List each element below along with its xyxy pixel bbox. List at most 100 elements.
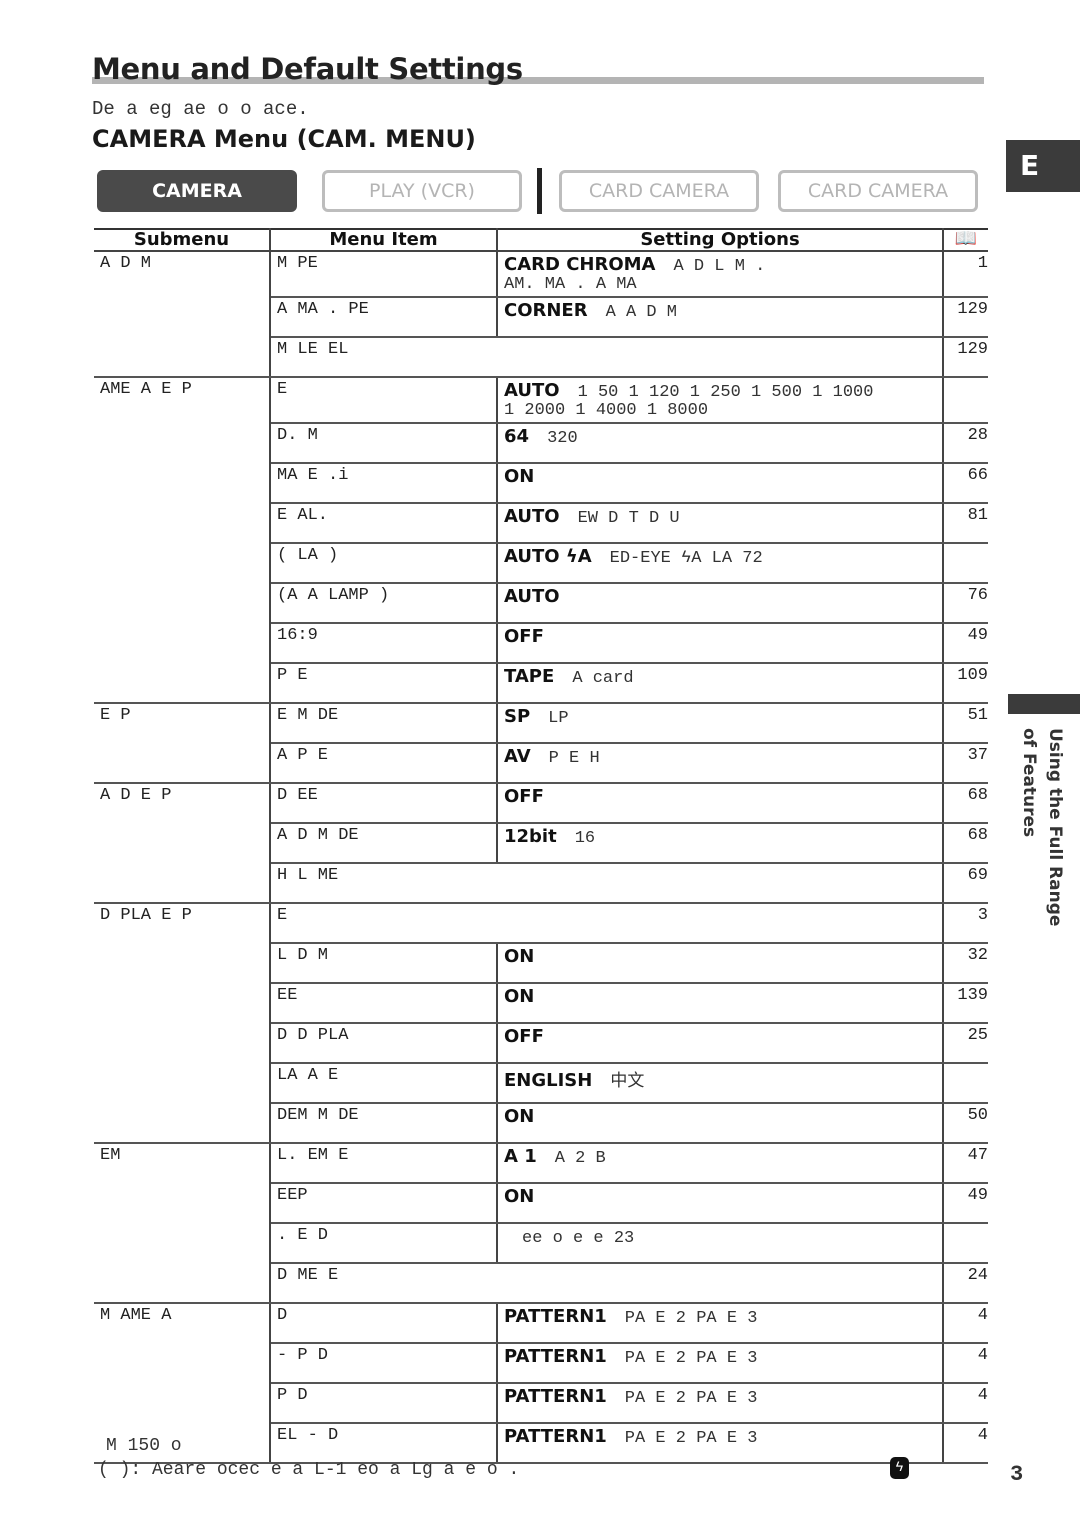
submenu-cell: E P <box>94 703 271 784</box>
other-options: PA E 2 PA E 3 <box>624 1389 758 1408</box>
setting-options-cell: SP LP <box>497 703 944 744</box>
submenu-cell: A D M <box>94 251 271 378</box>
setting-options-cell: PATTERN1 PA E 2 PA E 3 <box>497 1423 944 1464</box>
menu-item-cell: EEP <box>270 1183 498 1224</box>
setting-options-cell: PATTERN1 PA E 2 PA E 3 <box>497 1343 944 1384</box>
page-reference: 32 <box>943 943 988 984</box>
setting-options-cell: AV P E H <box>497 743 944 784</box>
menu-item-cell: EL - D <box>270 1423 498 1464</box>
page-reference: 4 <box>943 1303 988 1344</box>
default-setting: PATTERN1 <box>504 1306 607 1327</box>
menu-item-cell: D D PLA <box>270 1023 498 1064</box>
other-options: EW D T D U <box>577 509 680 528</box>
other-options: A 2 B <box>554 1149 606 1168</box>
page-reference: 129 <box>943 337 988 378</box>
mode-tab-play-vcr: PLAY (VCR) <box>322 170 522 212</box>
page-reference: 51 <box>943 703 988 744</box>
setting-options-cell: CORNER A A D M <box>497 297 944 338</box>
setting-options-cell: OFF <box>497 1023 944 1064</box>
setting-options-cell: OFF <box>497 623 944 664</box>
other-options: 16 <box>574 829 596 848</box>
default-setting: AUTO ϟA <box>504 546 592 567</box>
setting-options-cell: ON <box>497 463 944 504</box>
footnote-1: M 150 o <box>106 1436 182 1456</box>
section-heading: CAMERA Menu (CAM. MENU) <box>92 125 476 153</box>
default-setting: ON <box>504 986 535 1007</box>
header-setting-options: Setting Options <box>497 228 944 252</box>
menu-item-cell: D <box>270 1303 498 1344</box>
header-submenu: Submenu <box>94 228 271 252</box>
setting-options-cell: A 1 A 2 B <box>497 1143 944 1184</box>
setting-options-cell: AUTO ϟA ED-EYE ϟA LA 72 <box>497 543 944 584</box>
menu-item-cell: ( LA ) <box>270 543 498 584</box>
setting-options-cell: AUTO EW D T D U <box>497 503 944 544</box>
default-setting: ON <box>504 1106 535 1127</box>
setting-options-cell: PATTERN1 PA E 2 PA E 3 <box>497 1303 944 1344</box>
page-reference <box>943 1063 988 1104</box>
default-setting: AUTO <box>504 586 560 607</box>
chapter-label: Using the Full Range of Features <box>1019 728 1065 927</box>
menu-item-cell: A D M DE <box>270 823 498 864</box>
default-setting: AUTO <box>504 506 560 527</box>
menu-item-cell: E <box>270 377 498 424</box>
menu-item-cell: M LE EL <box>270 337 944 378</box>
default-setting: TAPE <box>504 666 555 687</box>
default-setting: OFF <box>504 626 544 647</box>
page-reference: 49 <box>943 1183 988 1224</box>
table-row: AME A E P E AUTO 1 50 1 120 1 250 1 500 1 … <box>94 377 988 704</box>
menu-item-cell: M PE <box>270 251 498 298</box>
submenu-cell: A D E P <box>94 783 271 904</box>
page-reference <box>943 1223 988 1264</box>
page-reference: 76 <box>943 583 988 624</box>
page-reference: 69 <box>943 863 988 904</box>
table-row: D PLA E P E3 <box>94 903 988 1144</box>
default-setting: SP <box>504 706 531 727</box>
setting-options-cell: PATTERN1 PA E 2 PA E 3 <box>497 1383 944 1424</box>
other-options: ee o e e 23 <box>522 1229 635 1248</box>
book-icon: 📖 <box>954 230 978 250</box>
other-options: LP <box>548 709 569 728</box>
other-options: P E H <box>548 749 600 768</box>
default-setting: AUTO <box>504 380 560 401</box>
page-reference <box>943 377 988 424</box>
setting-options-cell: CARD CHROMA A D L M . AM. MA . A MA <box>497 251 944 298</box>
page-reference: 68 <box>943 823 988 864</box>
menu-item-cell: L D M <box>270 943 498 984</box>
page-reference: 3 <box>943 903 988 944</box>
setting-options-cell: AUTO 1 50 1 120 1 250 1 500 1 1000 1 2000 … <box>497 377 944 424</box>
setting-options-cell: ON <box>497 983 944 1024</box>
menu-item-cell: P E <box>270 663 498 704</box>
menu-item-cell: (A A LAMP ) <box>270 583 498 624</box>
default-setting: 12bit <box>504 826 557 847</box>
submenu-cell: AME A E P <box>94 377 271 704</box>
default-setting: CORNER <box>504 300 588 321</box>
page-reference <box>943 543 988 584</box>
menu-item-cell: . E D <box>270 1223 498 1264</box>
default-setting: CARD CHROMA <box>504 254 656 275</box>
default-setting: 64 <box>504 426 530 447</box>
page-reference: 24 <box>943 1263 988 1304</box>
page-title: Menu and Default Settings <box>92 52 523 86</box>
table-row: A D MM PE CARD CHROMA A D L M . AM. MA . A … <box>94 251 988 378</box>
tab-divider <box>537 168 542 214</box>
page-reference: 139 <box>943 983 988 1024</box>
table-row: M AME A D PATTERN1 PA E 2 PA E 34 <box>94 1303 988 1464</box>
other-options: PA E 2 PA E 3 <box>624 1429 758 1448</box>
page-subtitle: De a eg ae o o ace. <box>92 98 309 120</box>
other-options-line2: AM. MA . A MA <box>504 275 637 294</box>
page-reference: 1 <box>943 251 988 298</box>
page-number: 3 <box>1010 1462 1024 1487</box>
default-setting: ENGLISH <box>504 1070 593 1091</box>
table-header: Submenu Menu Item Setting Options 📖 <box>94 228 988 252</box>
setting-options-cell: TAPE A card <box>497 663 944 704</box>
setting-options-cell: 12bit 16 <box>497 823 944 864</box>
page-reference: 49 <box>943 623 988 664</box>
flash-icon: ϟ <box>890 1457 909 1479</box>
menu-item-cell: A P E <box>270 743 498 784</box>
menu-item-cell: P D <box>270 1383 498 1424</box>
menu-item-cell: D ME E <box>270 1263 944 1304</box>
settings-table: Submenu Menu Item Setting Options 📖 A D … <box>94 228 988 1464</box>
menu-item-cell: MA E .i <box>270 463 498 504</box>
page-reference: 4 <box>943 1343 988 1384</box>
menu-item-cell: E AL. <box>270 503 498 544</box>
